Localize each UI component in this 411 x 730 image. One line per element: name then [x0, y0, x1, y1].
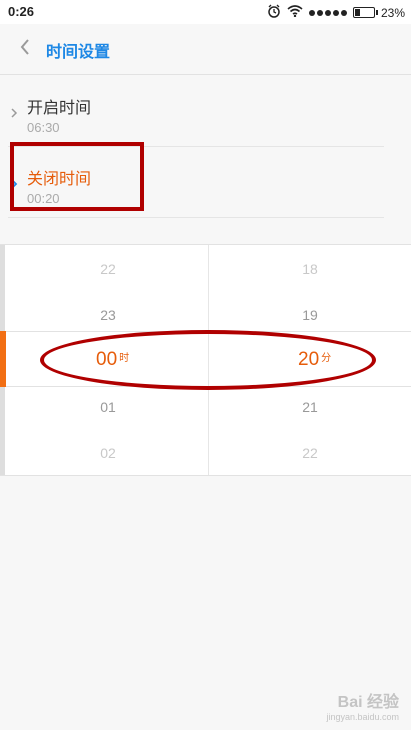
minute-option[interactable]: 18	[280, 261, 340, 277]
battery-fill	[354, 9, 360, 16]
app-header: 时间设置	[0, 24, 411, 75]
status-icons: 23%	[267, 4, 405, 21]
open-time-value: 06:30	[27, 120, 60, 135]
wifi-icon	[287, 5, 303, 20]
watermark-main: Bai 经验	[337, 694, 399, 711]
watermark: Bai 经验 jingyan.baidu.com	[326, 688, 399, 722]
hour-option[interactable]: 02	[78, 445, 138, 461]
page-title: 时间设置	[46, 42, 111, 61]
annotation-rectangle	[10, 142, 144, 211]
watermark-sub: jingyan.baidu.com	[326, 712, 399, 722]
annotation-ellipse	[40, 330, 376, 390]
open-time-label: 开启时间	[27, 98, 92, 117]
hour-option[interactable]: 22	[78, 261, 138, 277]
status-bar: 0:26 23%	[0, 0, 411, 24]
battery-percent: 23%	[380, 5, 405, 20]
picker-active-indicator	[0, 331, 6, 387]
minute-option[interactable]: 22	[280, 445, 340, 461]
chevron-right-icon	[10, 104, 18, 123]
status-time: 0:26	[8, 4, 35, 19]
signal-dots-icon	[308, 9, 347, 16]
hour-option[interactable]: 01	[78, 399, 138, 415]
back-button[interactable]	[12, 36, 38, 62]
battery-icon	[352, 7, 378, 18]
chevron-left-icon	[19, 38, 31, 60]
alarm-icon	[267, 4, 281, 21]
open-time-row[interactable]: 开启时间 06:30	[8, 76, 384, 147]
minute-option[interactable]: 19	[280, 307, 340, 323]
minute-option[interactable]: 21	[280, 399, 340, 415]
hour-option[interactable]: 23	[78, 307, 138, 323]
